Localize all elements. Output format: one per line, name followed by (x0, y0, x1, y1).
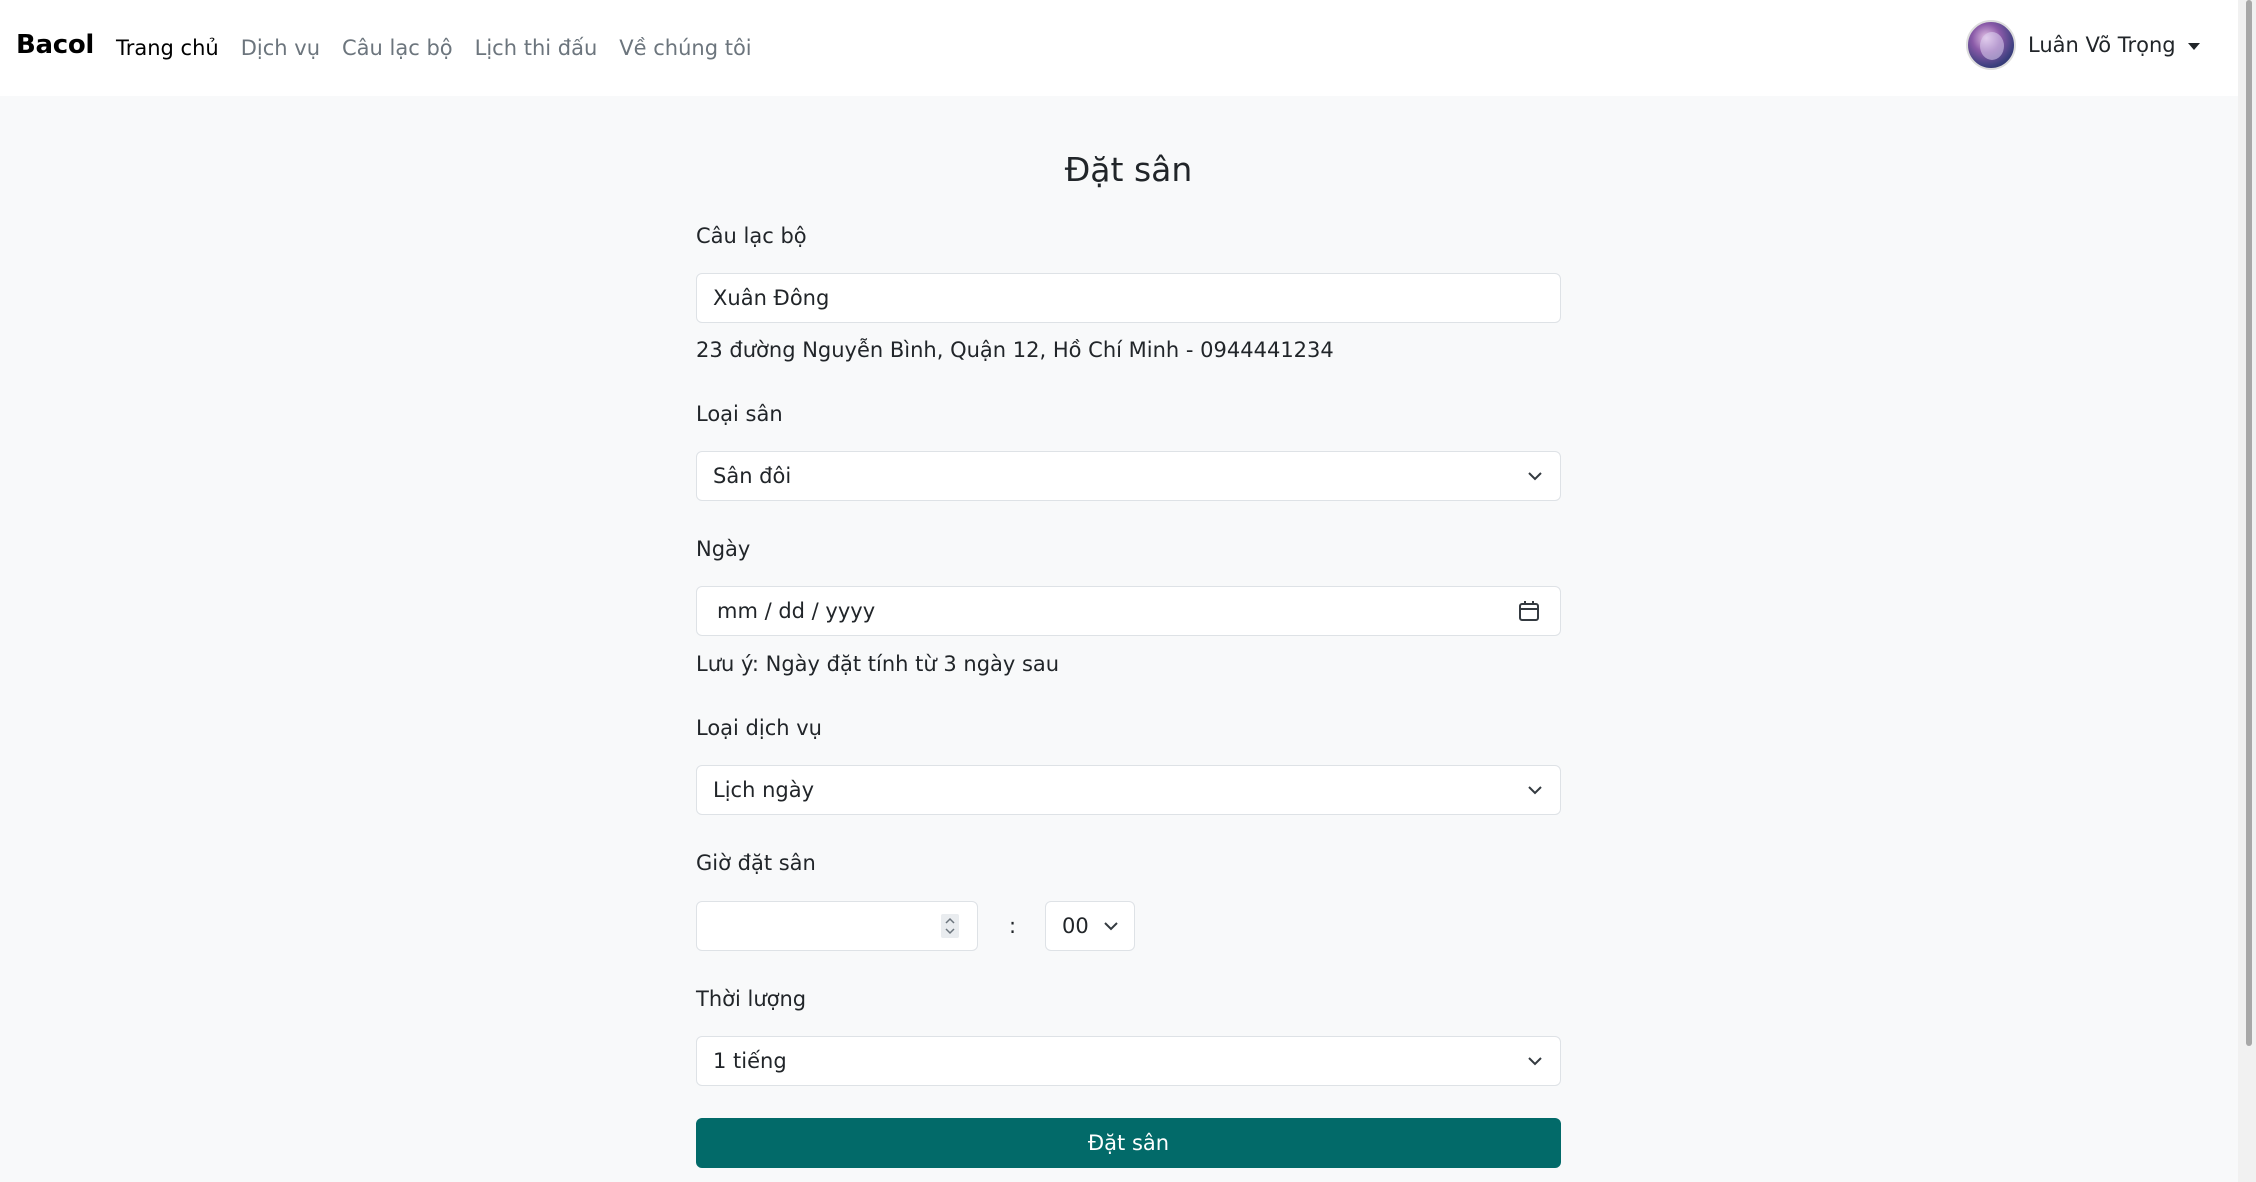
club-address: 23 đường Nguyễn Bình, Quận 12, Hồ Chí Mi… (696, 338, 1334, 362)
duration-value: 1 tiếng (713, 1049, 787, 1073)
caret-down-icon (2187, 42, 2200, 50)
nav-link-services[interactable]: Dịch vụ (241, 36, 320, 60)
court-type-label: Loại sân (696, 402, 783, 426)
date-note: Lưu ý: Ngày đặt tính từ 3 ngày sau (696, 652, 1060, 676)
club-label: Câu lạc bộ (696, 224, 807, 248)
service-select[interactable]: Lịch ngày (696, 765, 1561, 815)
user-name: Luân Võ Trọng (2028, 33, 2176, 57)
nav-link-about[interactable]: Về chúng tôi (619, 36, 751, 60)
duration-select[interactable]: 1 tiếng (696, 1036, 1561, 1086)
court-type-value: Sân đôi (713, 464, 792, 488)
avatar (1966, 20, 2016, 70)
time-separator: : (1009, 914, 1017, 938)
hour-input[interactable] (696, 901, 978, 951)
nav-link-schedule[interactable]: Lịch thi đấu (475, 36, 598, 60)
navbar: Bacol Trang chủ Dịch vụ Câu lạc bộ Lịch … (0, 0, 2238, 96)
chevron-down-icon (1528, 469, 1542, 481)
date-input[interactable]: mm / dd / yyyy (696, 586, 1561, 636)
nav-link-home[interactable]: Trang chủ (116, 36, 219, 60)
calendar-icon[interactable] (1518, 600, 1540, 627)
brand-logo[interactable]: Bacol (16, 30, 94, 60)
nav-links: Trang chủ Dịch vụ Câu lạc bộ Lịch thi đấ… (116, 36, 774, 60)
chevron-down-icon (1104, 919, 1118, 931)
service-label: Loại dịch vụ (696, 716, 822, 740)
duration-label: Thời lượng (696, 987, 807, 1011)
date-label: Ngày (696, 537, 751, 561)
club-field[interactable]: Xuân Đông (696, 273, 1561, 323)
user-menu[interactable]: Luân Võ Trọng (1966, 20, 2200, 70)
chevron-down-icon (1528, 1054, 1542, 1066)
club-value: Xuân Đông (713, 286, 830, 310)
court-type-select[interactable]: Sân đôi (696, 451, 1561, 501)
scrollbar-thumb[interactable] (2246, 0, 2252, 1046)
minute-value: 00 (1062, 914, 1089, 938)
page-title: Đặt sân (1064, 150, 1193, 189)
spinner-icon[interactable] (941, 914, 959, 938)
chevron-down-icon (1528, 783, 1542, 795)
minute-select[interactable]: 00 (1045, 901, 1135, 951)
date-placeholder: mm / dd / yyyy (717, 599, 876, 623)
submit-booking-button[interactable]: Đặt sân (696, 1118, 1561, 1168)
nav-link-clubs[interactable]: Câu lạc bộ (342, 36, 453, 60)
service-value: Lịch ngày (713, 778, 815, 802)
time-label: Giờ đặt sân (696, 851, 816, 875)
